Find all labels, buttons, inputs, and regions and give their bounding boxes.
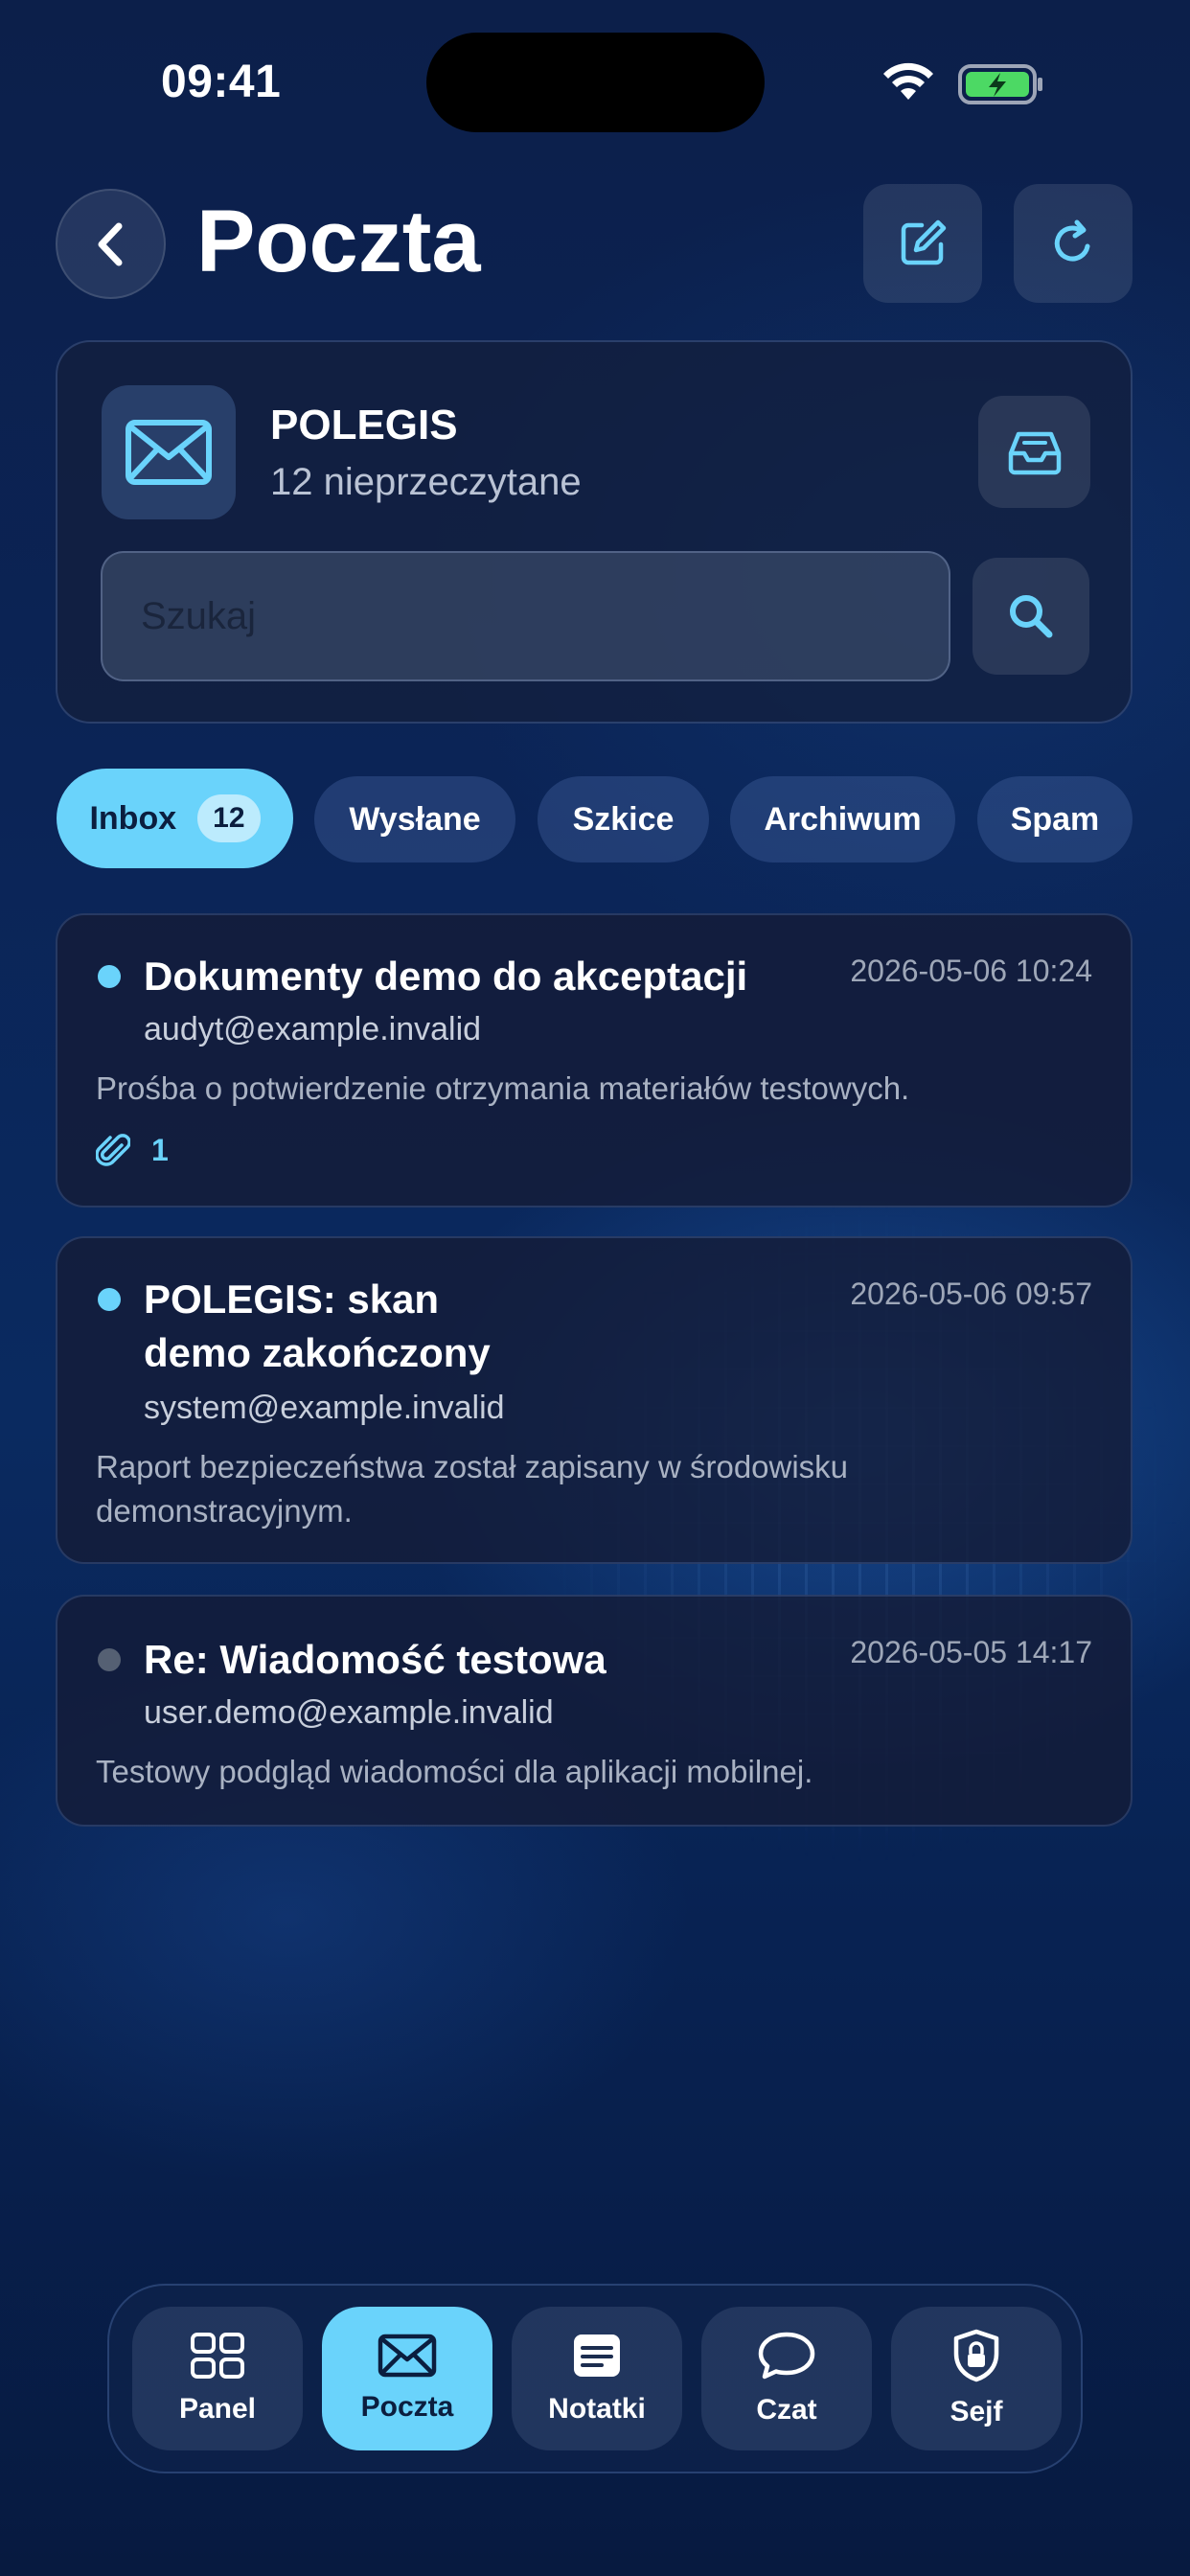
tab-spam[interactable]: Spam [977, 776, 1133, 862]
dynamic-island [426, 33, 765, 132]
compose-button[interactable] [863, 184, 982, 303]
mail-list-item[interactable]: Dokumenty demo do akceptacji 2026-05-06 … [56, 913, 1133, 1208]
nav-czat[interactable]: Czat [701, 2307, 872, 2450]
mail-subject-line: POLEGIS: skan [144, 1276, 440, 1322]
tab-label: Spam [1010, 800, 1100, 838]
shield-lock-icon [953, 2329, 999, 2382]
nav-sejf[interactable]: Sejf [891, 2307, 1062, 2450]
tab-badge-count: 12 [197, 794, 261, 842]
refresh-icon [1054, 219, 1090, 262]
unread-dot [98, 1288, 121, 1311]
notes-icon [574, 2334, 620, 2377]
page-title: Poczta [196, 193, 481, 290]
mail-sender: system@example.invalid [144, 1390, 505, 1426]
account-unread-count: 12 nieprzeczytane [270, 461, 582, 503]
mail-icon [378, 2334, 437, 2378]
mail-subject: Dokumenty demo do akceptacji [144, 954, 748, 999]
mail-sender: user.demo@example.invalid [144, 1694, 554, 1731]
mail-date: 2026-05-05 14:17 [850, 1635, 1092, 1669]
battery-icon [958, 64, 1042, 104]
bottom-navigation: Panel Poczta Notatki Czat Sejf [107, 2284, 1083, 2473]
nav-label: Czat [756, 2394, 817, 2426]
mail-subject: Re: Wiadomość testowa [144, 1637, 606, 1682]
nav-panel[interactable]: Panel [132, 2307, 303, 2450]
nav-label: Panel [178, 2393, 257, 2425]
tab-label: Szkice [572, 800, 675, 838]
mail-icon [126, 420, 212, 485]
attachment-count: 1 [151, 1132, 169, 1167]
tab-inbox[interactable]: Inbox 12 [57, 769, 293, 868]
unread-dot [98, 965, 121, 988]
nav-label: Sejf [950, 2396, 1003, 2427]
mail-subject-line: demo zakończony [144, 1330, 491, 1375]
search-button[interactable] [973, 558, 1089, 675]
compose-icon [901, 219, 947, 265]
mail-preview-line: Raport bezpieczeństwa został zapisany w … [96, 1449, 849, 1484]
search-icon [1010, 595, 1053, 638]
mail-date: 2026-05-06 09:57 [850, 1276, 1092, 1311]
mail-preview: Raport bezpieczeństwa został zapisany w … [96, 1445, 848, 1533]
refresh-button[interactable] [1014, 184, 1133, 303]
read-dot [98, 1648, 121, 1671]
back-button[interactable] [56, 189, 166, 299]
chat-icon [758, 2332, 815, 2380]
mail-subject: POLEGIS: skan demo zakończony [144, 1273, 491, 1380]
tab-drafts[interactable]: Szkice [538, 776, 709, 862]
paperclip-icon [96, 1134, 130, 1166]
nav-label: Notatki [548, 2393, 646, 2425]
tab-label: Inbox [89, 799, 177, 837]
mail-list-item[interactable]: Re: Wiadomość testowa 2026-05-05 14:17 u… [56, 1595, 1133, 1827]
tab-label: Archiwum [764, 800, 922, 838]
mail-sender: audyt@example.invalid [144, 1011, 482, 1047]
nav-label: Poczta [360, 2391, 454, 2423]
mail-preview: Testowy podgląd wiadomości dla aplikacji… [96, 1754, 813, 1789]
tab-label: Wysłane [349, 800, 481, 838]
nav-notatki[interactable]: Notatki [512, 2307, 682, 2450]
nav-poczta[interactable]: Poczta [322, 2307, 492, 2450]
tab-sent[interactable]: Wysłane [314, 776, 515, 862]
account-mail-icon-tile [102, 385, 236, 519]
attachment-indicator: 1 [96, 1131, 169, 1169]
account-card: POLEGIS 12 nieprzeczytane [56, 340, 1133, 724]
mail-list-item[interactable]: POLEGIS: skan demo zakończony 2026-05-06… [56, 1236, 1133, 1564]
wifi-icon [883, 62, 933, 100]
tab-archive[interactable]: Archiwum [730, 776, 955, 862]
search-input[interactable] [101, 551, 950, 681]
mail-preview-line: demonstracyjnym. [96, 1493, 353, 1529]
mail-date: 2026-05-06 10:24 [850, 954, 1092, 988]
status-time: 09:41 [161, 57, 282, 107]
chevron-left-icon [98, 222, 122, 265]
mail-preview: Prośba o potwierdzenie otrzymania materi… [96, 1070, 910, 1106]
account-name: POLEGIS [270, 402, 458, 448]
inbox-tray-icon [1008, 431, 1061, 474]
inbox-button[interactable] [978, 396, 1090, 508]
grid-icon [191, 2333, 244, 2379]
